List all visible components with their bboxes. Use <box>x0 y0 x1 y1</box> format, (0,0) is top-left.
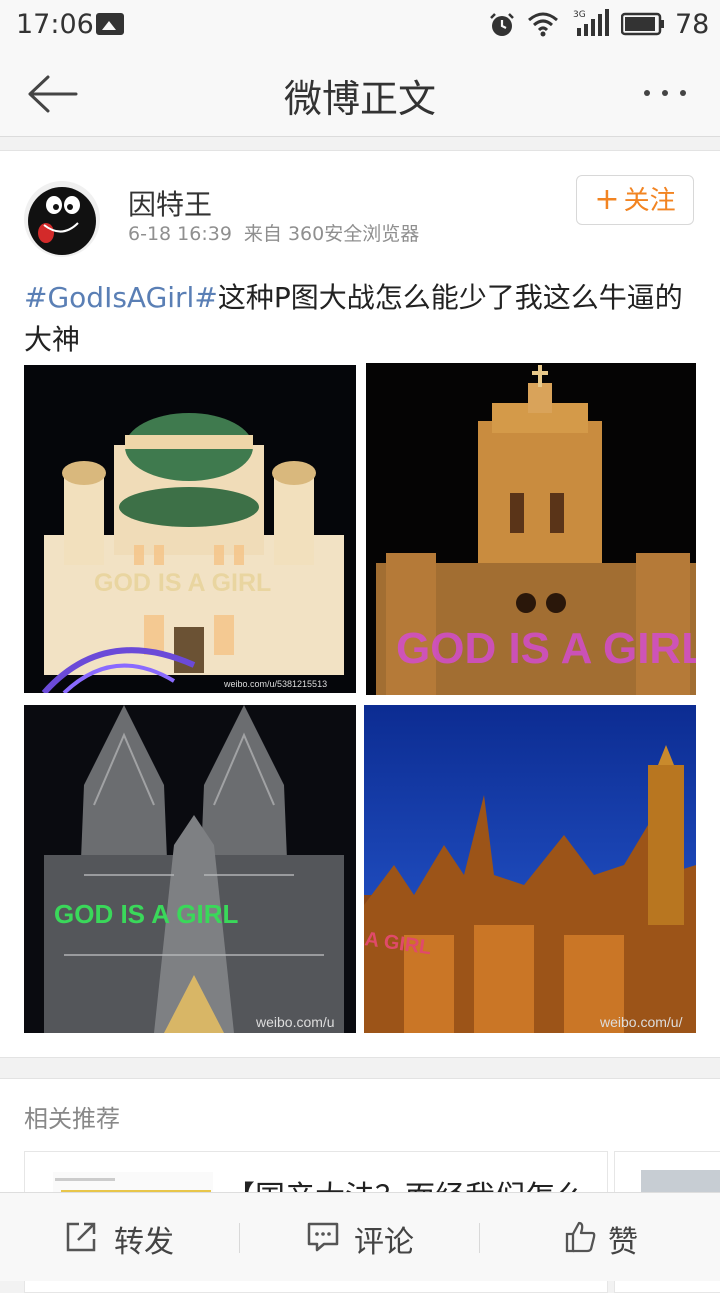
post-meta: 6-18 16:39 来自 360安全浏览器 <box>128 219 419 246</box>
image-3-caption: GOD IS A GIRL <box>54 899 239 929</box>
like-button[interactable]: 赞 <box>480 1193 720 1281</box>
avatar-image <box>28 187 96 255</box>
battery-icon <box>621 12 664 36</box>
signal-icon: 3G <box>573 9 609 36</box>
thumbs-up-icon <box>565 1221 596 1253</box>
post-time: 6-18 16:39 <box>128 223 232 245</box>
image-1-watermark: weibo.com/u/5381215513 <box>223 679 327 689</box>
hashtag-link[interactable]: #GodIsAGirl# <box>24 281 218 314</box>
image-1-caption: GOD IS A GIRL <box>94 569 271 597</box>
image-2-caption: GOD IS A GIRL <box>396 624 696 673</box>
more-dots-icon[interactable] <box>640 78 692 108</box>
battery-level: 78 <box>675 9 710 40</box>
plus-icon: + <box>594 182 620 217</box>
post-image-3[interactable]: GOD IS A GIRL weibo.com/u <box>24 705 356 1033</box>
bottom-action-bar: 转发 评论 赞 <box>0 1192 720 1281</box>
avatar[interactable] <box>24 181 100 257</box>
comment-icon <box>307 1222 339 1252</box>
repost-button[interactable]: 转发 <box>0 1193 240 1281</box>
follow-button[interactable]: + 关注 <box>576 175 694 225</box>
related-title: 相关推荐 <box>24 1105 120 1133</box>
follow-label: 关注 <box>623 186 676 216</box>
network-type: 3G <box>573 10 586 20</box>
post-image-2[interactable]: GOD IS A GIRL <box>366 363 696 695</box>
post-source: 来自 360安全浏览器 <box>243 223 420 245</box>
image-3-watermark: weibo.com/u <box>255 1014 335 1030</box>
top-navigation-bar: 微博正文 <box>0 50 720 137</box>
status-time: 17:06 <box>16 9 94 40</box>
repost-label: 转发 <box>114 1225 174 1260</box>
page-title: 微博正文 <box>283 77 436 121</box>
like-label: 赞 <box>608 1225 638 1260</box>
comment-button[interactable]: 评论 <box>240 1193 480 1281</box>
image-icon <box>96 13 124 35</box>
weibo-post: 因特王 6-18 16:39 来自 360安全浏览器 + 关注 #GodIsAGir… <box>0 150 720 1058</box>
wifi-icon <box>528 12 558 37</box>
share-icon <box>66 1222 96 1252</box>
alarm-icon <box>490 13 514 36</box>
comment-label: 评论 <box>354 1225 414 1260</box>
status-bar: 17:06 3G 78 <box>0 0 720 50</box>
post-image-1[interactable]: GOD IS A GIRL weibo.com/u/5381215513 <box>24 365 356 693</box>
author-name[interactable]: 因特王 <box>128 183 212 223</box>
post-image-4[interactable]: A GIRL weibo.com/u/ <box>364 705 696 1033</box>
image-4-watermark: weibo.com/u/ <box>599 1014 683 1030</box>
post-text: #GodIsAGirl#这种P图大战怎么能少了我这么牛逼的大神 <box>24 277 696 361</box>
